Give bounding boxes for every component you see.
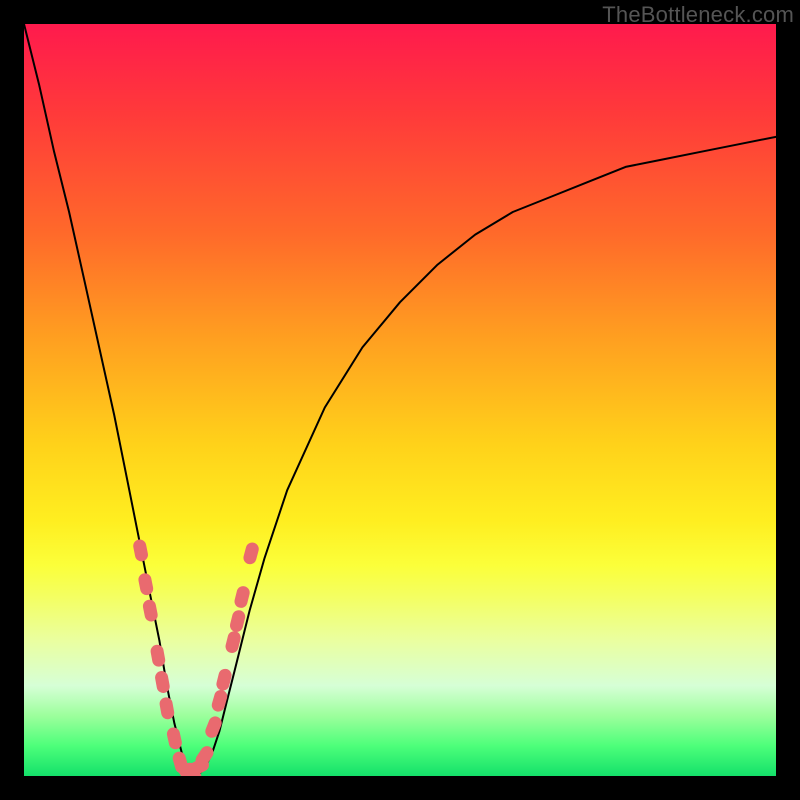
chart-frame: TheBottleneck.com: [0, 0, 800, 800]
left-branch-markers-point: [142, 599, 159, 623]
left-branch-markers-point: [154, 670, 171, 694]
left-branch-markers-point: [150, 644, 167, 668]
watermark-label: TheBottleneck.com: [602, 2, 794, 28]
bottleneck-curve: [24, 24, 776, 776]
right-branch-markers-point: [233, 585, 251, 609]
chart-plot-area: [24, 24, 776, 776]
left-branch-markers-point: [132, 538, 149, 562]
left-branch-markers-point: [137, 572, 154, 596]
right-branch-markers-point: [242, 541, 260, 566]
right-branch-markers-point: [210, 688, 229, 713]
left-branch-markers-point: [159, 696, 176, 720]
bottleneck-chart-svg: [24, 24, 776, 776]
